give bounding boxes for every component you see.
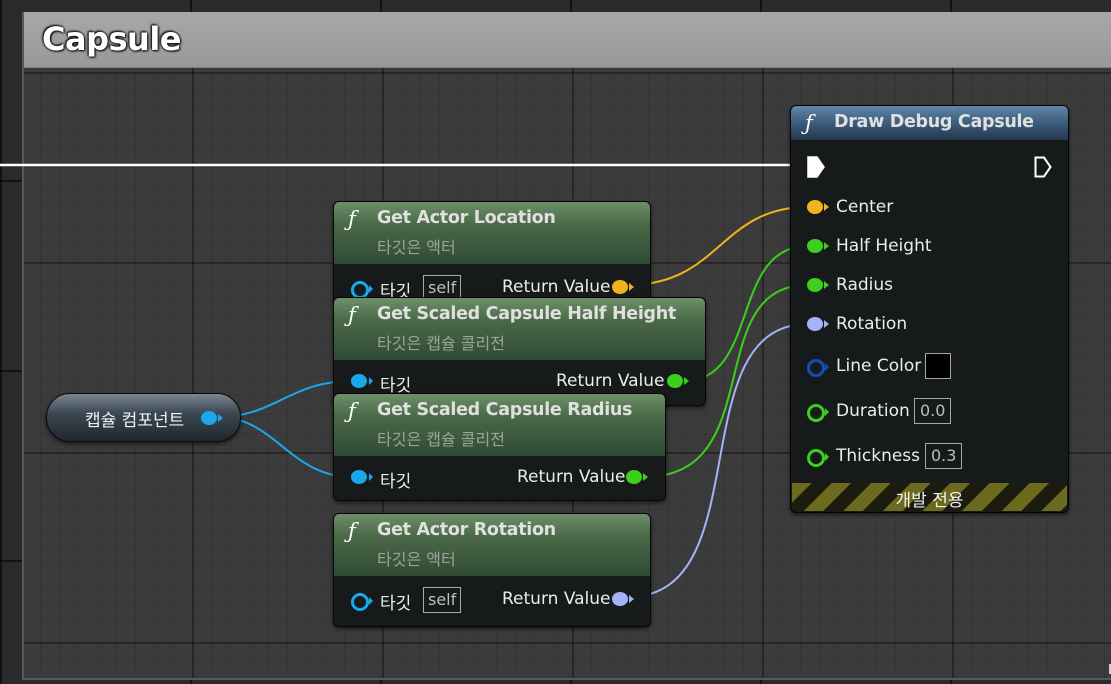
return-value-pin[interactable]: [626, 470, 642, 484]
rotation-pin-row[interactable]: Rotation: [791, 312, 1068, 338]
node-title: Get Actor Location: [377, 208, 556, 228]
pin-arrow-icon: [629, 595, 634, 603]
node-title: Get Scaled Capsule Half Height: [377, 304, 677, 324]
node-header[interactable]: ƒ Draw Debug Capsule: [791, 106, 1068, 140]
duration-value-field[interactable]: 0.0: [914, 398, 952, 424]
return-value-label: Return Value: [556, 371, 665, 391]
target-input-pin[interactable]: [351, 593, 369, 611]
return-value-label: Return Value: [517, 467, 626, 487]
function-icon: ƒ: [348, 303, 356, 327]
return-value-pin[interactable]: [612, 280, 628, 294]
pin-arrow-icon: [218, 414, 223, 422]
pin-arrow-icon: [369, 285, 373, 293]
radius-pin-row[interactable]: Radius: [791, 273, 1068, 299]
pin-arrow-icon: [825, 453, 829, 461]
center-wire: [627, 206, 809, 286]
pin-arrow-icon: [824, 203, 829, 211]
function-icon: ƒ: [348, 207, 356, 231]
node-subtitle: 타깃은 캡슐 콜리전: [377, 334, 505, 353]
node-header[interactable]: ƒ Get Actor Rotation 타깃은 액터: [334, 514, 650, 576]
return-value-label: Return Value: [502, 277, 611, 297]
line-color-label: Line Color: [836, 356, 922, 376]
target-input-pin[interactable]: [351, 374, 367, 388]
node-header[interactable]: ƒ Get Actor Location 타깃은 액터: [334, 202, 650, 264]
center-input-pin[interactable]: [807, 200, 823, 214]
variable-label: 캡슐 컴포넌트: [85, 411, 185, 431]
get-actor-rotation-node[interactable]: ƒ Get Actor Rotation 타깃은 액터 타깃 self Retu…: [333, 513, 651, 627]
function-icon: ƒ: [348, 399, 356, 423]
node-subtitle: 타깃은 액터: [377, 238, 456, 257]
pin-arrow-icon: [684, 377, 689, 385]
exec-output-pin[interactable]: [1034, 156, 1052, 178]
pin-arrow-icon: [369, 377, 373, 385]
node-title: Get Scaled Capsule Radius: [377, 400, 633, 420]
variable-output-pin[interactable]: [201, 411, 217, 425]
duration-input-pin[interactable]: [807, 404, 825, 422]
pin-arrow-icon: [369, 597, 373, 605]
return-value-pin[interactable]: [667, 374, 683, 388]
target-pin-row[interactable]: 타깃 Return Value: [334, 465, 665, 492]
thickness-pin-row[interactable]: Thickness 0.3: [791, 443, 1068, 470]
function-icon: ƒ: [805, 111, 813, 135]
target-pin-row[interactable]: 타깃 Return Value: [334, 369, 705, 396]
half-height-input-pin[interactable]: [807, 239, 823, 253]
return-value-label: Return Value: [502, 589, 611, 609]
node-header[interactable]: ƒ Get Scaled Capsule Radius 타깃은 캡슐 콜리전: [334, 394, 665, 456]
node-subtitle: 타깃은 캡슐 콜리전: [377, 430, 505, 449]
get-scaled-capsule-half-height-node[interactable]: ƒ Get Scaled Capsule Half Height 타깃은 캡슐 …: [333, 297, 706, 406]
half-height-pin-row[interactable]: Half Height: [791, 234, 1068, 260]
thickness-input-pin[interactable]: [807, 449, 825, 467]
thickness-value-field[interactable]: 0.3: [925, 443, 963, 469]
draw-debug-capsule-node[interactable]: ƒ Draw Debug Capsule Center Half Height …: [790, 105, 1069, 513]
target-self-default[interactable]: self: [423, 587, 462, 613]
line-color-swatch[interactable]: [925, 353, 951, 379]
radius-label: Radius: [836, 275, 894, 295]
capsule-component-variable-node[interactable]: 캡슐 컴포넌트: [46, 393, 241, 442]
thickness-label: Thickness: [836, 446, 921, 466]
center-pin-row[interactable]: Center: [791, 195, 1068, 221]
duration-label: Duration: [836, 401, 910, 421]
pin-arrow-icon: [643, 473, 648, 481]
rotation-input-pin[interactable]: [807, 317, 823, 331]
pin-arrow-icon: [825, 408, 829, 416]
half-height-label: Half Height: [836, 236, 932, 256]
function-icon: ƒ: [348, 519, 356, 543]
get-actor-location-node[interactable]: ƒ Get Actor Location 타깃은 액터 타깃 self Retu…: [333, 201, 651, 303]
rotation-label: Rotation: [836, 314, 908, 334]
node-title: Get Actor Rotation: [377, 520, 556, 540]
development-only-label: 개발 전용: [895, 491, 964, 511]
radius-input-pin[interactable]: [807, 278, 823, 292]
node-subtitle: 타깃은 액터: [377, 550, 456, 569]
duration-pin-row[interactable]: Duration 0.0: [791, 398, 1068, 425]
development-only-footer: 개발 전용: [792, 483, 1067, 511]
line-color-input-pin[interactable]: [807, 359, 825, 377]
pin-arrow-icon: [629, 283, 634, 291]
node-title: Draw Debug Capsule: [834, 112, 1034, 132]
target-label: 타깃: [380, 472, 412, 492]
target-label: 타깃: [380, 594, 412, 614]
pin-arrow-icon: [825, 363, 829, 371]
target-input-pin[interactable]: [351, 470, 367, 484]
pin-arrow-icon: [824, 281, 829, 289]
return-value-pin[interactable]: [612, 592, 628, 606]
line-color-pin-row[interactable]: Line Color: [791, 353, 1068, 380]
node-header[interactable]: ƒ Get Scaled Capsule Half Height 타깃은 캡슐 …: [334, 298, 705, 360]
pin-arrow-icon: [824, 242, 829, 250]
center-label: Center: [836, 197, 894, 217]
target-pin-row[interactable]: 타깃 self Return Value: [334, 587, 650, 614]
pin-arrow-icon: [369, 473, 373, 481]
pin-arrow-icon: [824, 320, 829, 328]
exec-input-pin[interactable]: [807, 156, 825, 178]
get-scaled-capsule-radius-node[interactable]: ƒ Get Scaled Capsule Radius 타깃은 캡슐 콜리전 타…: [333, 393, 666, 501]
